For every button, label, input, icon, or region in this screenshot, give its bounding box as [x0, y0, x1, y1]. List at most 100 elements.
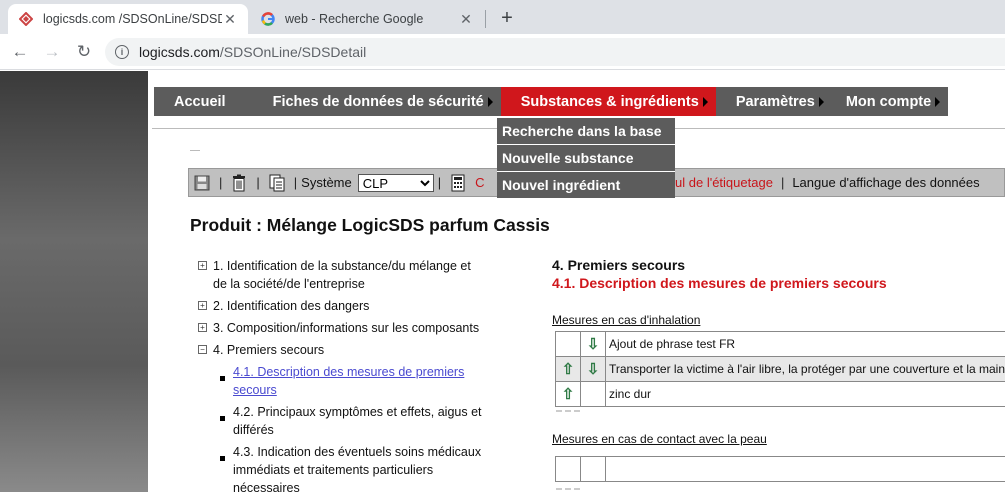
- toolbar-separator: |: [437, 175, 442, 190]
- close-tab-icon[interactable]: ✕: [222, 11, 238, 27]
- bullet-icon: [220, 376, 225, 381]
- toolbar-separator: |: [780, 175, 785, 190]
- language-label: Langue d'affichage des données: [792, 175, 980, 190]
- bullet-icon: [220, 456, 225, 461]
- divider: [556, 410, 580, 412]
- move-up-cell: [555, 456, 581, 482]
- table-row: ⇧ zinc dur: [555, 381, 1005, 407]
- arrow-down-icon[interactable]: ⇩: [586, 336, 600, 353]
- submenu-arrow-icon: [935, 96, 941, 107]
- url-text: logicsds.com/SDSOnLine/SDSDetail: [139, 44, 366, 60]
- toc-label[interactable]: 4.3. Indication des éventuels soins médi…: [233, 443, 488, 492]
- browser-toolbar: ← → ↻ i logicsds.com/SDSOnLine/SDSDetail: [0, 34, 1005, 70]
- system-label: Système: [301, 175, 352, 190]
- browser-tab-strip: logicsds.com /SDSOnLine/SDSDe ✕ web - Re…: [0, 0, 1005, 34]
- arrow-up-icon[interactable]: ⇧: [561, 361, 575, 378]
- browser-tab-logicsds[interactable]: logicsds.com /SDSOnLine/SDSDe ✕: [8, 4, 248, 34]
- table-row: [555, 456, 1005, 482]
- forward-arrow-icon[interactable]: →: [41, 41, 63, 63]
- back-arrow-icon[interactable]: ←: [9, 41, 31, 63]
- toc-label[interactable]: 1. Identification de la substance/du mél…: [213, 257, 488, 293]
- calc-prefix-text: C: [475, 175, 485, 190]
- group-label-inhalation: Mesures en cas d'inhalation: [552, 313, 701, 327]
- save-icon[interactable]: [193, 173, 211, 193]
- dropdown-nouvel-ingredient[interactable]: Nouvel ingrédient: [497, 171, 675, 198]
- toolbar-separator: |: [293, 175, 298, 190]
- toc-subsection-4-2[interactable]: 4.2. Principaux symptômes et effets, aig…: [220, 403, 488, 439]
- close-tab-icon[interactable]: ✕: [458, 11, 474, 27]
- url-path: /SDSOnLine/SDSDetail: [219, 44, 367, 60]
- collapse-icon[interactable]: −: [198, 345, 207, 354]
- toc-label[interactable]: 4. Premiers secours: [213, 341, 324, 359]
- toc-subsection-4-1[interactable]: 4.1. Description des mesures de premiers…: [220, 363, 488, 399]
- submenu-arrow-icon: [702, 96, 708, 107]
- move-up-cell[interactable]: ⇧: [555, 356, 581, 382]
- sentences-table-skin: [555, 456, 1005, 482]
- section-title: 4. Premiers secours: [552, 257, 686, 273]
- toc-label[interactable]: 3. Composition/informations sur les comp…: [213, 319, 479, 337]
- submenu-arrow-icon: [487, 96, 493, 107]
- arrow-down-icon[interactable]: ⇩: [586, 361, 600, 378]
- browser-tab-google[interactable]: web - Recherche Google ✕: [250, 4, 484, 34]
- bullet-icon: [220, 416, 225, 421]
- system-select[interactable]: CLP: [357, 173, 434, 192]
- move-down-cell: [580, 456, 606, 482]
- dropdown-recherche[interactable]: Recherche dans la base: [497, 117, 675, 144]
- google-favicon-icon: [260, 11, 276, 27]
- submenu-arrow-icon: [818, 96, 824, 107]
- subsection-title: 4.1. Description des mesures de premiers…: [552, 275, 887, 291]
- sentence-text: Transporter la victime à l'air libre, la…: [605, 356, 1005, 382]
- toc-label[interactable]: 4.2. Principaux symptômes et effets, aig…: [233, 403, 488, 439]
- toc-section-4[interactable]: − 4. Premiers secours: [198, 341, 488, 359]
- menu-fiches[interactable]: Fiches de données de sécurité: [233, 87, 501, 116]
- reload-icon[interactable]: ↻: [73, 41, 95, 63]
- menu-label: Paramètres: [735, 93, 815, 110]
- toolbar-separator: |: [256, 175, 260, 190]
- divider: [190, 150, 200, 151]
- divider: [556, 488, 580, 490]
- move-down-cell[interactable]: ⇩: [580, 331, 606, 357]
- table-row: ⇧ ⇩ Transporter la victime à l'air libre…: [555, 356, 1005, 382]
- logicsds-favicon-icon: [18, 11, 34, 27]
- menu-label: Substances & ingrédients: [520, 93, 699, 110]
- copy-document-icon[interactable]: [268, 173, 286, 193]
- site-info-icon[interactable]: i: [115, 45, 129, 59]
- tab-separator: [485, 10, 486, 28]
- toc-label[interactable]: 2. Identification des dangers: [213, 297, 369, 315]
- toc-section-2[interactable]: + 2. Identification des dangers: [198, 297, 488, 315]
- move-down-cell[interactable]: ⇩: [580, 356, 606, 382]
- move-up-cell: [555, 331, 581, 357]
- toc-link[interactable]: 4.1. Description des mesures de premiers…: [233, 363, 488, 399]
- url-host: logicsds.com: [139, 44, 220, 60]
- calculator-icon[interactable]: [449, 173, 467, 193]
- menu-substances[interactable]: Substances & ingrédients: [500, 87, 716, 116]
- expand-icon[interactable]: +: [198, 323, 207, 332]
- menu-accueil[interactable]: Accueil: [154, 87, 234, 116]
- menu-mon-compte[interactable]: Mon compte: [831, 87, 949, 116]
- expand-icon[interactable]: +: [198, 301, 207, 310]
- label-calc-link[interactable]: cul de l'étiquetage: [669, 175, 773, 190]
- sentence-text: [605, 456, 1005, 482]
- arrow-up-icon[interactable]: ⇧: [561, 386, 575, 403]
- expand-icon[interactable]: +: [198, 261, 207, 270]
- new-tab-icon[interactable]: +: [496, 7, 518, 29]
- move-down-cell: [580, 381, 606, 407]
- trash-icon[interactable]: [230, 173, 248, 193]
- menu-label: Mon compte: [845, 93, 932, 110]
- table-row: ⇩ Ajout de phrase test FR: [555, 331, 1005, 357]
- toc-section-1[interactable]: + 1. Identification de la substance/du m…: [198, 257, 488, 293]
- toolbar-separator: |: [219, 175, 223, 190]
- substances-dropdown: Recherche dans la base Nouvelle substanc…: [497, 117, 675, 198]
- sentences-table-inhalation: ⇩ Ajout de phrase test FR ⇧ ⇩ Transporte…: [555, 331, 1005, 407]
- menu-label: Accueil: [174, 93, 226, 110]
- address-bar[interactable]: i logicsds.com/SDSOnLine/SDSDetail: [105, 38, 1005, 66]
- menu-parametres[interactable]: Paramètres: [715, 87, 832, 116]
- product-title: Produit : Mélange LogicSDS parfum Cassis: [190, 215, 550, 235]
- tab-title: logicsds.com /SDSOnLine/SDSDe: [43, 12, 222, 26]
- section-toc: + 1. Identification de la substance/du m…: [198, 257, 488, 492]
- toc-section-3[interactable]: + 3. Composition/informations sur les co…: [198, 319, 488, 337]
- move-up-cell[interactable]: ⇧: [555, 381, 581, 407]
- dropdown-nouvelle-substance[interactable]: Nouvelle substance: [497, 144, 675, 171]
- sentence-text: Ajout de phrase test FR: [605, 331, 1005, 357]
- toc-subsection-4-3[interactable]: 4.3. Indication des éventuels soins médi…: [220, 443, 488, 492]
